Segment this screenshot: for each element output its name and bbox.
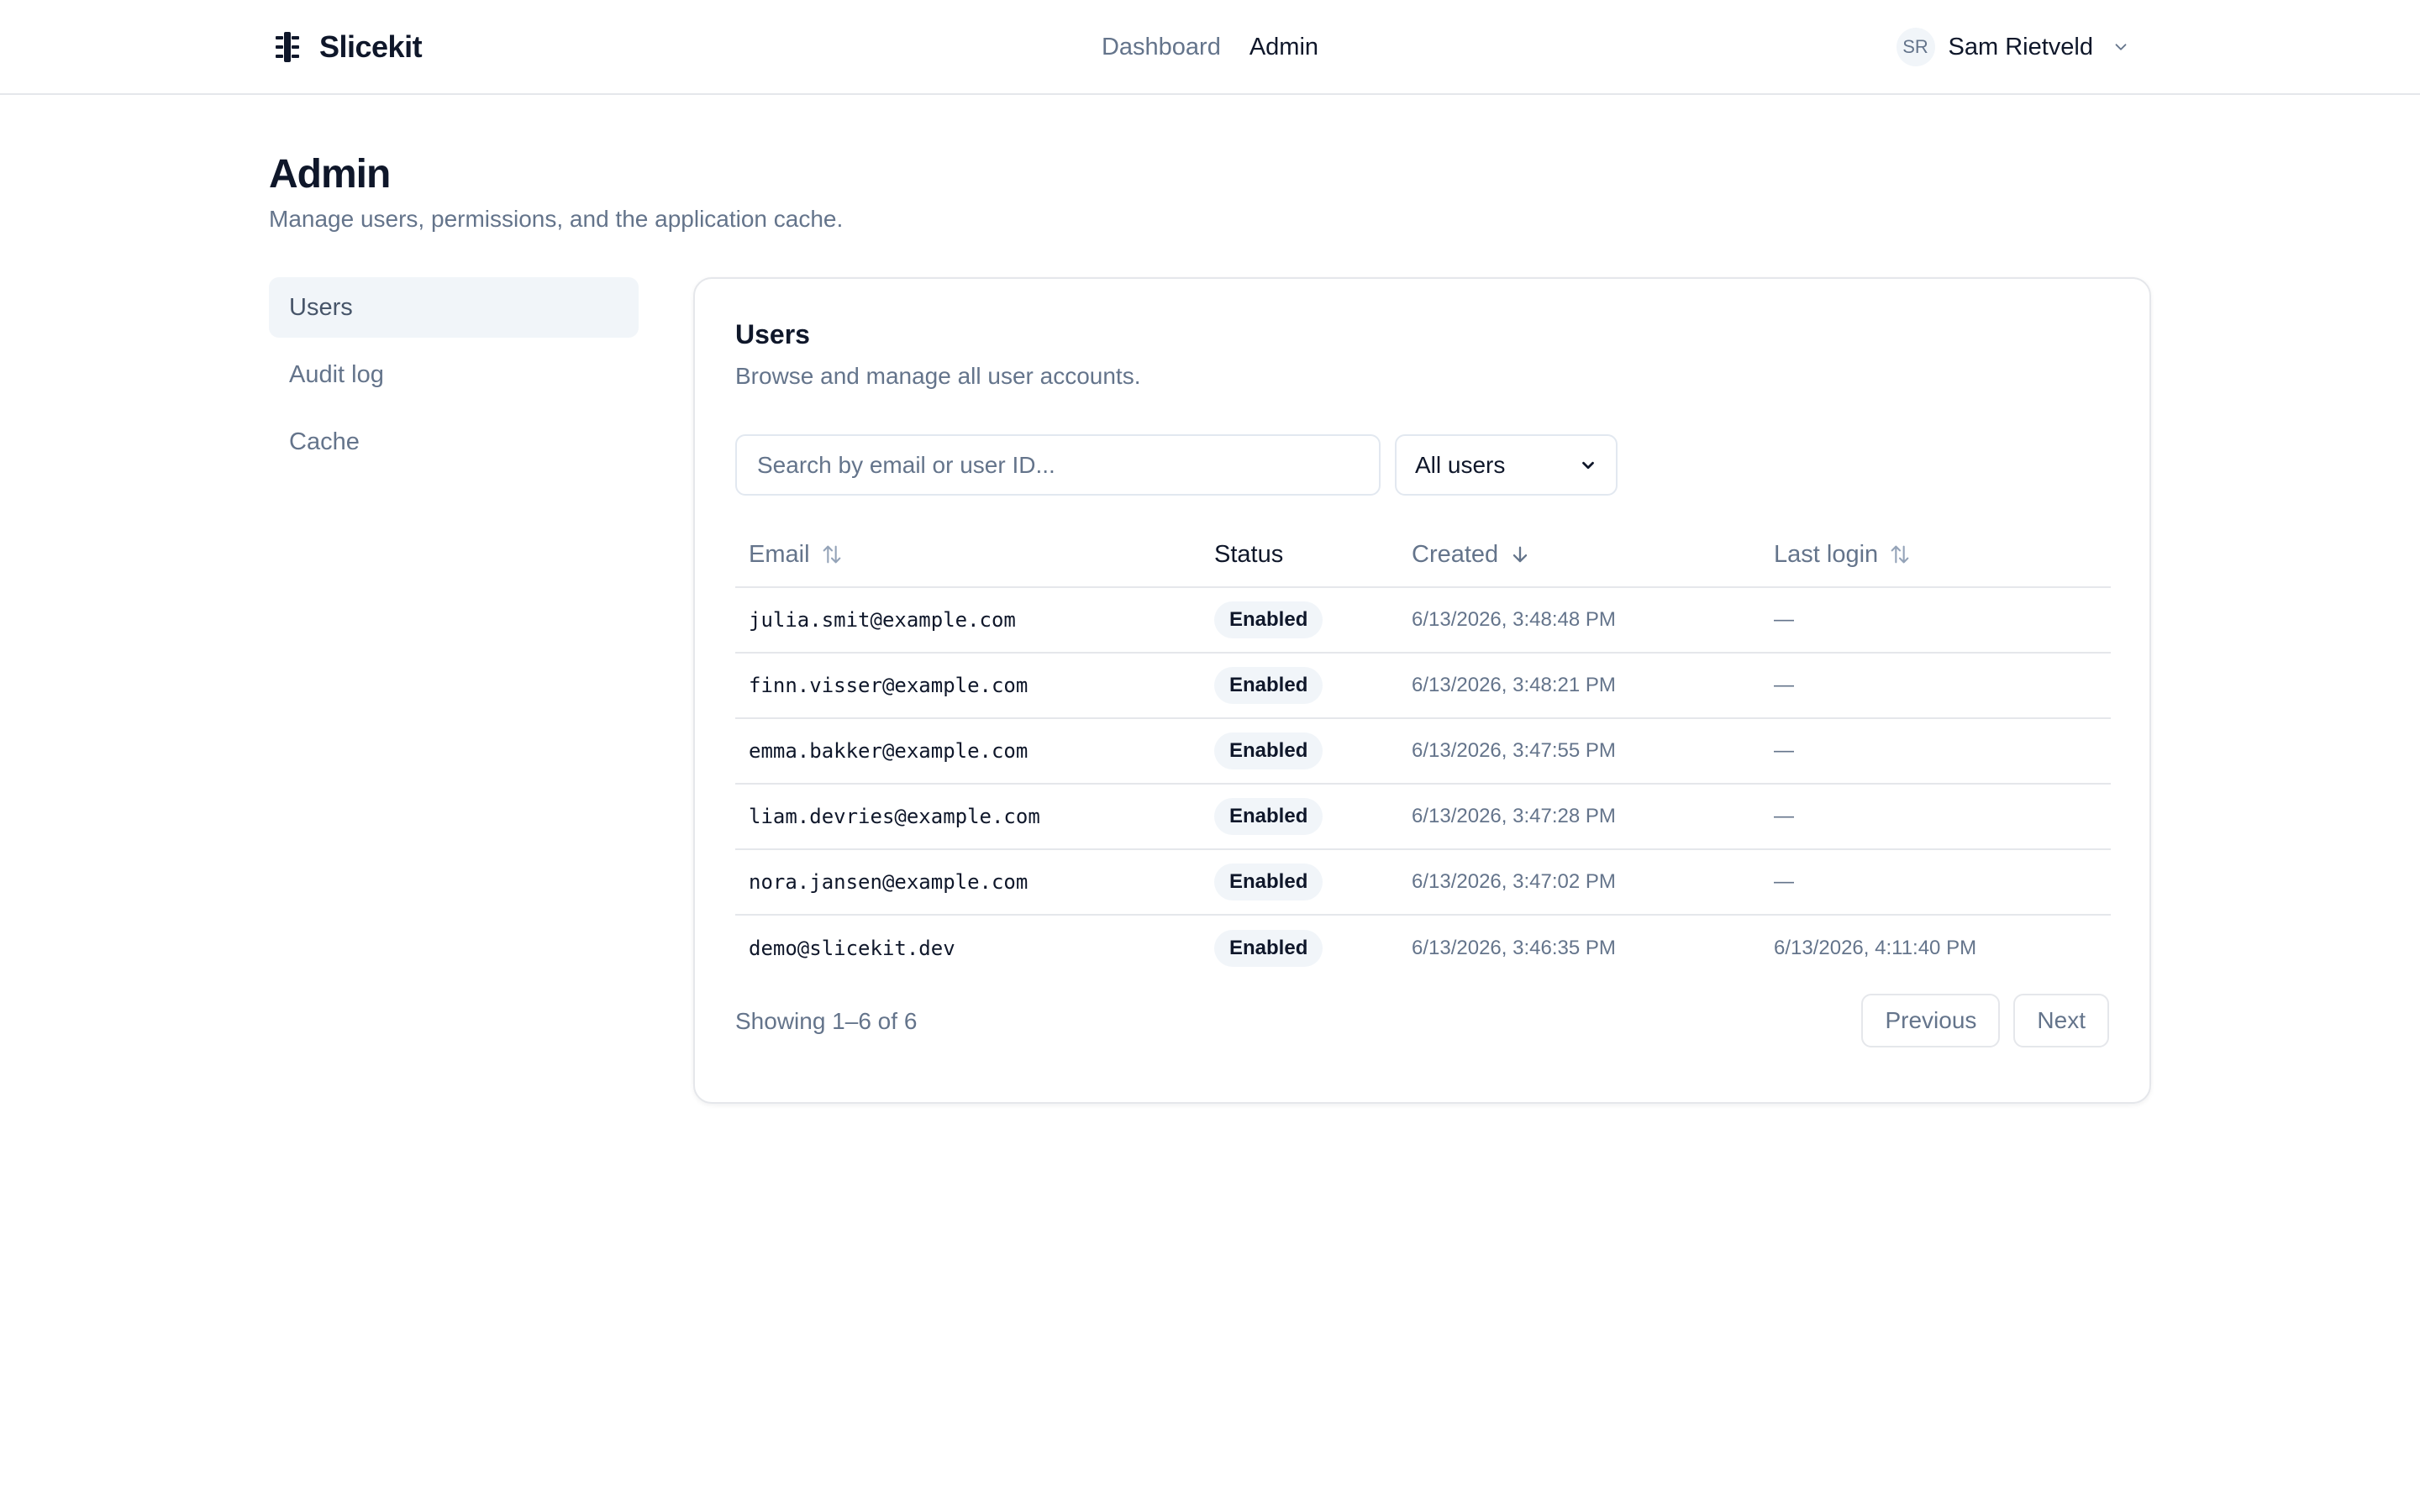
column-header-created[interactable]: Created <box>1412 541 1532 569</box>
status-badge: Enabled <box>1214 930 1323 967</box>
cell-created: 6/13/2026, 3:46:35 PM <box>1412 937 1616 959</box>
table-row[interactable]: emma.bakker@example.com Enabled 6/13/202… <box>735 719 2111 785</box>
brand-name: Slicekit <box>319 29 423 64</box>
status-badge: Enabled <box>1214 732 1323 769</box>
next-button[interactable]: Next <box>2013 994 2109 1047</box>
column-label-email: Email <box>749 540 810 568</box>
cell-email: finn.visser@example.com <box>749 674 1028 697</box>
sidenav-item-users[interactable]: Users <box>269 277 639 338</box>
cell-created: 6/13/2026, 3:47:55 PM <box>1412 739 1616 762</box>
sort-arrows-icon <box>823 545 840 564</box>
cell-email: julia.smit@example.com <box>749 608 1016 632</box>
column-label-created: Created <box>1412 540 1499 568</box>
cell-last-login: 6/13/2026, 4:11:40 PM <box>1774 937 1977 959</box>
pagination-summary: Showing 1–6 of 6 <box>735 1008 918 1034</box>
card-subtitle: Browse and manage all user accounts. <box>735 363 1141 389</box>
cell-email: liam.devries@example.com <box>749 805 1040 828</box>
avatar: SR <box>1896 28 1935 66</box>
cell-created: 6/13/2026, 3:48:21 PM <box>1412 674 1616 696</box>
cell-last-login: — <box>1774 805 1794 827</box>
admin-sidenav: Users Audit log Cache <box>269 277 639 479</box>
cell-email: emma.bakker@example.com <box>749 739 1028 763</box>
arrow-down-icon <box>1513 546 1528 563</box>
users-table: Email Status Created Last login julia.sm… <box>735 522 2111 981</box>
column-label-status: Status <box>1214 540 1284 568</box>
page-subtitle: Manage users, permissions, and the appli… <box>269 206 844 232</box>
brand[interactable]: Slicekit <box>271 0 423 94</box>
cell-email: nora.jansen@example.com <box>749 870 1028 894</box>
column-label-last-login: Last login <box>1774 540 1879 568</box>
table-row[interactable]: liam.devries@example.com Enabled 6/13/20… <box>735 785 2111 850</box>
sort-arrows-icon <box>1891 545 1909 564</box>
table-header: Email Status Created Last login <box>735 522 2111 588</box>
sidenav-item-cache[interactable]: Cache <box>269 412 639 472</box>
cell-last-login: — <box>1774 608 1794 631</box>
page-title: Admin <box>269 152 391 197</box>
column-header-email[interactable]: Email <box>749 541 844 569</box>
chevron-down-icon <box>1582 461 1594 469</box>
cell-created: 6/13/2026, 3:48:48 PM <box>1412 608 1616 631</box>
previous-button[interactable]: Previous <box>1861 994 2001 1047</box>
chevron-down-icon <box>2115 44 2127 50</box>
top-bar: Slicekit Dashboard Admin SR Sam Rietveld <box>0 0 2420 95</box>
nav-dashboard[interactable]: Dashboard <box>1102 34 1221 61</box>
nav-admin[interactable]: Admin <box>1249 34 1318 61</box>
column-header-status: Status <box>1214 541 1283 569</box>
cell-last-login: — <box>1774 739 1794 762</box>
status-badge: Enabled <box>1214 798 1323 835</box>
cell-email: demo@slicekit.dev <box>749 937 955 960</box>
sidenav-item-audit-log[interactable]: Audit log <box>269 344 639 405</box>
user-menu[interactable]: SR Sam Rietveld <box>1896 0 2130 94</box>
status-badge: Enabled <box>1214 601 1323 638</box>
table-row[interactable]: julia.smit@example.com Enabled 6/13/2026… <box>735 588 2111 654</box>
column-header-last-login[interactable]: Last login <box>1774 541 1912 569</box>
pagination: Previous Next <box>1861 994 2109 1047</box>
cell-created: 6/13/2026, 3:47:28 PM <box>1412 805 1616 827</box>
search-input[interactable] <box>735 434 1381 496</box>
user-name: Sam Rietveld <box>1948 33 2093 60</box>
user-filter-select[interactable]: All users <box>1395 434 1618 496</box>
status-badge: Enabled <box>1214 864 1323 900</box>
table-row[interactable]: nora.jansen@example.com Enabled 6/13/202… <box>735 850 2111 916</box>
table-row[interactable]: finn.visser@example.com Enabled 6/13/202… <box>735 654 2111 719</box>
cell-last-login: — <box>1774 674 1794 696</box>
user-filter-value: All users <box>1415 451 1506 478</box>
cell-last-login: — <box>1774 870 1794 893</box>
table-row[interactable]: demo@slicekit.dev Enabled 6/13/2026, 3:4… <box>735 916 2111 981</box>
slicekit-logo-icon <box>276 32 299 62</box>
cell-created: 6/13/2026, 3:47:02 PM <box>1412 870 1616 893</box>
card-title: Users <box>735 319 810 349</box>
users-card: Users Browse and manage all user account… <box>693 277 2151 1104</box>
status-badge: Enabled <box>1214 667 1323 704</box>
